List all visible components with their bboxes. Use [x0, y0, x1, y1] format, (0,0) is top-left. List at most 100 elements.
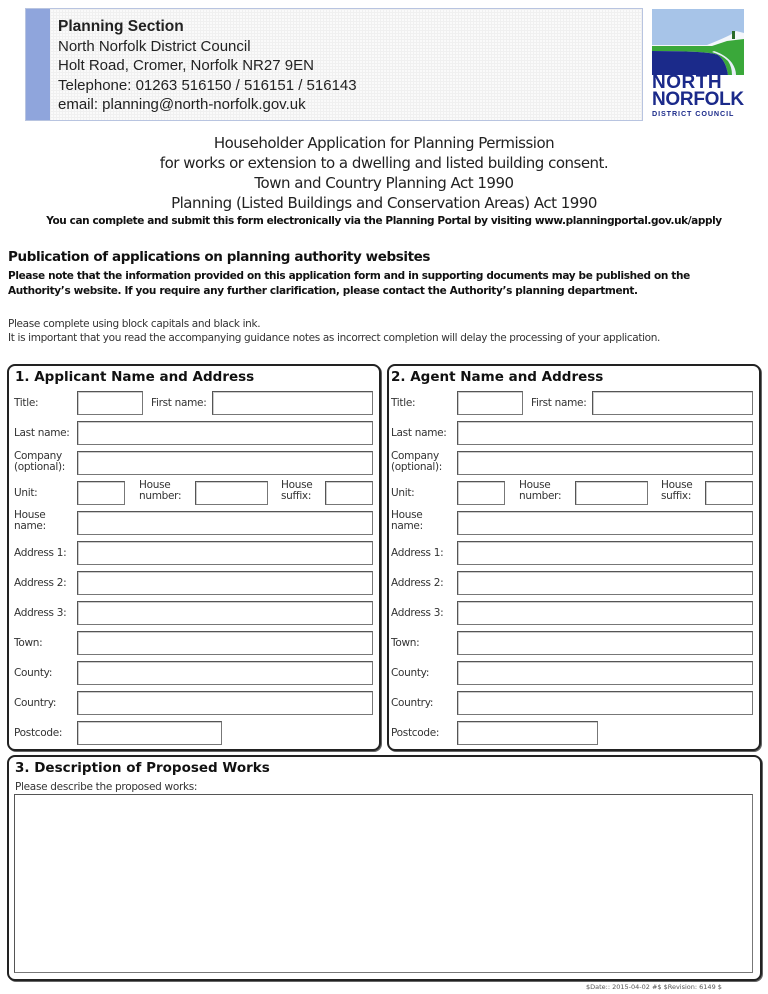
applicant-house-name-label: House name:	[14, 509, 46, 532]
agent-county-label: County:	[391, 667, 430, 679]
contact-header-box: Planning Section North Norfolk District …	[25, 8, 643, 121]
council-address: Holt Road, Cromer, Norfolk NR27 9EN	[58, 57, 314, 74]
agent-country-input[interactable]	[458, 692, 752, 715]
agent-first-name-field[interactable]	[592, 391, 753, 415]
agent-company-input[interactable]	[458, 452, 752, 475]
applicant-house-number-field[interactable]	[195, 481, 268, 505]
agent-title-label: Title:	[391, 397, 416, 409]
applicant-last-name-input[interactable]	[78, 422, 372, 445]
applicant-house-suffix-input[interactable]	[326, 482, 372, 505]
applicant-country-input[interactable]	[78, 692, 372, 715]
agent-town-input[interactable]	[458, 632, 752, 655]
agent-last-name-field[interactable]	[457, 421, 753, 445]
applicant-postcode-field[interactable]	[77, 721, 222, 745]
applicant-address1-input[interactable]	[78, 542, 372, 565]
agent-company-label: Company (optional):	[391, 450, 442, 473]
office-title: Planning Section	[58, 18, 184, 35]
agent-address3-input[interactable]	[458, 602, 752, 625]
applicant-address3-label: Address 3:	[14, 607, 67, 619]
applicant-first-name-input[interactable]	[213, 392, 372, 415]
completion-instructions: Please complete using block capitals and…	[8, 318, 758, 345]
agent-last-name-label: Last name:	[391, 427, 447, 439]
agent-postcode-input[interactable]	[458, 722, 597, 745]
council-telephone: Telephone: 01263 516150 / 516151 / 51614…	[58, 76, 357, 94]
agent-country-field[interactable]	[457, 691, 753, 715]
applicant-title-field[interactable]	[77, 391, 143, 415]
applicant-company-field[interactable]	[77, 451, 373, 475]
agent-address2-input[interactable]	[458, 572, 752, 595]
agent-address3-field[interactable]	[457, 601, 753, 625]
applicant-address1-label: Address 1:	[14, 547, 67, 559]
agent-county-input[interactable]	[458, 662, 752, 685]
agent-town-field[interactable]	[457, 631, 753, 655]
agent-house-name-field[interactable]	[457, 511, 753, 535]
form-title-line-2: for works or extension to a dwelling and…	[159, 154, 609, 172]
applicant-unit-input[interactable]	[78, 482, 124, 505]
applicant-address2-label: Address 2:	[14, 577, 67, 589]
applicant-address2-field[interactable]	[77, 571, 373, 595]
agent-address1-label: Address 1:	[391, 547, 444, 559]
applicant-unit-field[interactable]	[77, 481, 125, 505]
agent-house-number-field[interactable]	[575, 481, 648, 505]
applicant-address2-input[interactable]	[78, 572, 372, 595]
applicant-last-name-field[interactable]	[77, 421, 373, 445]
applicant-last-name-label: Last name:	[14, 427, 70, 439]
applicant-title-input[interactable]	[78, 392, 142, 415]
agent-house-suffix-field[interactable]	[705, 481, 753, 505]
applicant-town-input[interactable]	[78, 632, 372, 655]
applicant-section-title: 1. Applicant Name and Address	[15, 369, 255, 385]
applicant-town-field[interactable]	[77, 631, 373, 655]
contact-details: Planning Section North Norfolk District …	[58, 17, 357, 115]
agent-house-suffix-input[interactable]	[706, 482, 752, 505]
applicant-country-field[interactable]	[77, 691, 373, 715]
agent-address2-field[interactable]	[457, 571, 753, 595]
applicant-postcode-input[interactable]	[78, 722, 221, 745]
agent-county-field[interactable]	[457, 661, 753, 685]
applicant-address3-input[interactable]	[78, 602, 372, 625]
applicant-house-suffix-field[interactable]	[325, 481, 373, 505]
publication-note: Please note that the information provide…	[8, 270, 690, 297]
header-accent-bar	[26, 9, 50, 120]
description-textarea[interactable]	[15, 795, 752, 972]
applicant-house-number-input[interactable]	[196, 482, 267, 505]
applicant-address3-field[interactable]	[77, 601, 373, 625]
agent-house-number-input[interactable]	[576, 482, 647, 505]
applicant-company-input[interactable]	[78, 452, 372, 475]
logo-line-district: DISTRICT COUNCIL	[652, 109, 735, 118]
agent-unit-input[interactable]	[458, 482, 504, 505]
agent-house-name-input[interactable]	[458, 512, 752, 535]
applicant-house-name-input[interactable]	[78, 512, 372, 535]
agent-address2-label: Address 2:	[391, 577, 444, 589]
revision-stamp: $Date:: 2015-04-02 #$ $Revision: 6149 $	[586, 983, 722, 991]
applicant-house-suffix-label: House suffix:	[281, 479, 313, 502]
planning-portal-note: You can complete and submit this form el…	[46, 215, 722, 227]
agent-address1-field[interactable]	[457, 541, 753, 565]
council-email: email: planning@north-norfolk.gov.uk	[58, 96, 306, 113]
agent-title-field[interactable]	[457, 391, 523, 415]
applicant-address1-field[interactable]	[77, 541, 373, 565]
description-prompt: Please describe the proposed works:	[15, 781, 198, 793]
agent-title-input[interactable]	[458, 392, 522, 415]
applicant-house-name-field[interactable]	[77, 511, 373, 535]
applicant-county-input[interactable]	[78, 662, 372, 685]
agent-section: 2. Agent Name and Address Title: First n…	[387, 364, 761, 751]
agent-first-name-input[interactable]	[593, 392, 752, 415]
agent-unit-field[interactable]	[457, 481, 505, 505]
applicant-county-field[interactable]	[77, 661, 373, 685]
instruction-line-2: It is important that you read the accomp…	[8, 331, 661, 344]
council-name: North Norfolk District Council	[58, 37, 251, 55]
logo-coast-icon	[652, 31, 744, 75]
description-field[interactable]	[14, 794, 753, 973]
applicant-town-label: Town:	[14, 637, 43, 649]
applicant-title-label: Title:	[14, 397, 39, 409]
applicant-first-name-label: First name:	[151, 397, 207, 409]
applicant-first-name-field[interactable]	[212, 391, 373, 415]
agent-company-field[interactable]	[457, 451, 753, 475]
applicant-unit-label: Unit:	[14, 487, 38, 499]
agent-last-name-input[interactable]	[458, 422, 752, 445]
agent-address1-input[interactable]	[458, 542, 752, 565]
instruction-line-1: Please complete using block capitals and…	[8, 318, 261, 330]
agent-postcode-field[interactable]	[457, 721, 598, 745]
applicant-company-label: Company (optional):	[14, 450, 65, 473]
agent-section-title: 2. Agent Name and Address	[391, 369, 604, 385]
